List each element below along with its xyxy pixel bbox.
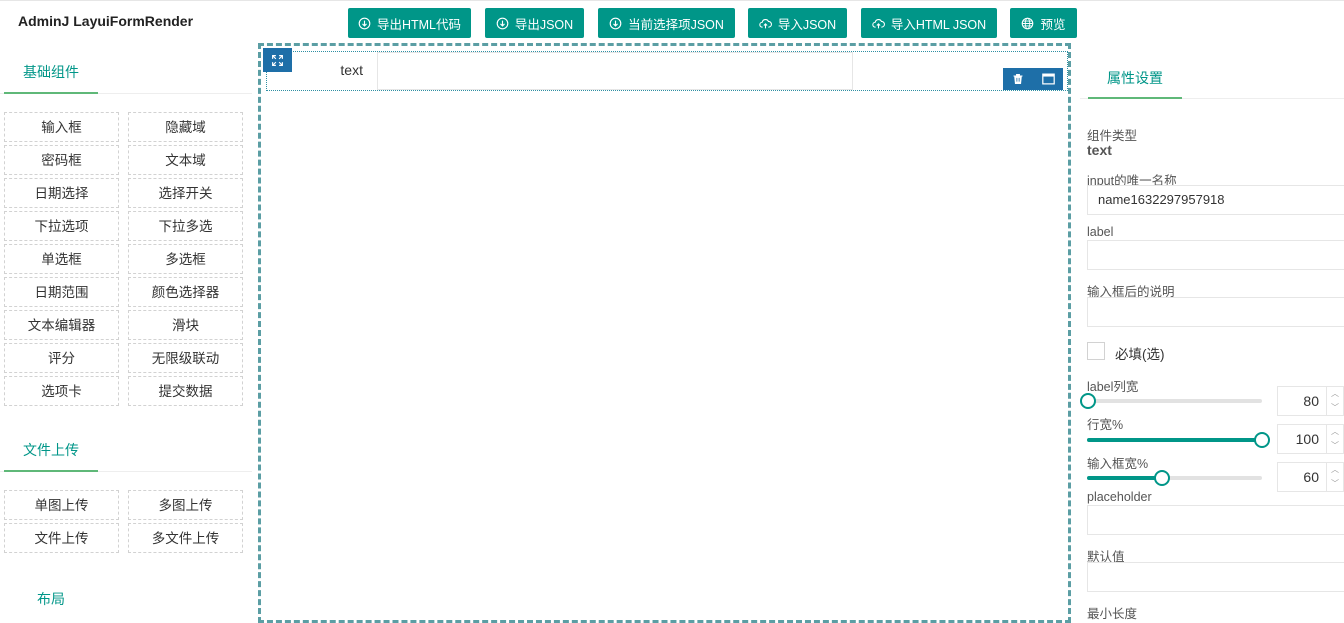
basic-components-title[interactable]: 基础组件 [4, 44, 98, 94]
type-value: text [1087, 142, 1112, 158]
slider-handle[interactable] [1080, 393, 1096, 409]
input-width-input[interactable]: 60 [1277, 462, 1327, 492]
window-icon [1041, 73, 1055, 85]
row-width-slider[interactable] [1087, 432, 1270, 448]
layout-title[interactable]: 布局 [4, 584, 98, 614]
file-upload-title[interactable]: 文件上传 [4, 422, 98, 472]
default-input[interactable] [1087, 562, 1344, 592]
upload-cloud-icon [872, 18, 885, 28]
name-input[interactable]: name1632297957918 [1087, 185, 1344, 215]
label-width-stepper[interactable]: ︿ ﹀ [1327, 386, 1344, 416]
required-label: 必填(选) [1115, 347, 1165, 362]
export-html-button[interactable]: 导出HTML代码 [348, 8, 471, 38]
label-width-input[interactable]: 80 [1277, 386, 1327, 416]
component-item[interactable]: 文本编辑器 [4, 310, 119, 340]
slider-handle[interactable] [1154, 470, 1170, 486]
component-item[interactable]: 滑块 [128, 310, 243, 340]
export-html-label: 导出HTML代码 [376, 17, 462, 32]
slider-handle[interactable] [1254, 432, 1270, 448]
download-icon [609, 17, 622, 29]
input-width-stepper[interactable]: ︿ ﹀ [1327, 462, 1344, 492]
expand-icon [272, 54, 283, 66]
component-item[interactable]: 选项卡 [4, 376, 119, 406]
component-item[interactable]: 单图上传 [4, 490, 119, 520]
file-upload-tab: 文件上传 [0, 422, 252, 472]
export-json-button[interactable]: 导出JSON [485, 8, 584, 38]
download-icon [358, 17, 371, 29]
properties-panel: 属性设置 组件类型 text input的唯一名称 name1632297957… [1080, 44, 1344, 621]
label-width-label: label列宽 [1087, 380, 1139, 394]
row-width-stepper[interactable]: ︿ ﹀ [1327, 424, 1344, 454]
component-item[interactable]: 选择开关 [128, 178, 243, 208]
component-item[interactable]: 多选框 [128, 244, 243, 274]
upload-cloud-icon [759, 18, 772, 28]
min-length-label: 最小长度 [1087, 607, 1138, 621]
component-item[interactable]: 评分 [4, 343, 119, 373]
input-width-slider[interactable] [1087, 470, 1262, 486]
download-icon [496, 17, 509, 29]
placeholder-input[interactable] [1087, 505, 1344, 535]
export-selected-json-button[interactable]: 当前选择项JSON [598, 8, 735, 38]
component-item[interactable]: 隐藏域 [128, 112, 243, 142]
globe-icon [1022, 17, 1034, 29]
row-width-label: 行宽% [1087, 418, 1124, 432]
component-item[interactable]: 日期范围 [4, 277, 119, 307]
placeholder-label: placeholder [1087, 490, 1152, 504]
app-title: AdminJ LayuiFormRender [18, 13, 194, 29]
row-width-input[interactable]: 100 [1277, 424, 1327, 454]
component-item[interactable]: 提交数据 [128, 376, 243, 406]
import-json-label: 导入JSON [777, 17, 837, 32]
import-json-button[interactable]: 导入JSON [748, 8, 847, 38]
component-panel: 基础组件 输入框 隐藏域 密码框 文本域 日期选择 选择开关 下拉选项 下拉多选 单选框 多选框日… [0, 44, 252, 616]
component-item[interactable]: 无限级联动 [128, 343, 243, 373]
label-label: label [1087, 225, 1114, 239]
preview-button[interactable]: 预览 [1010, 8, 1077, 38]
component-item[interactable]: 下拉选项 [4, 211, 119, 241]
properties-tab: 属性设置 [1080, 44, 1344, 99]
input-width-label: 输入框宽% [1087, 457, 1149, 471]
component-item[interactable]: 多文件上传 [128, 523, 243, 553]
export-json-label: 导出JSON [514, 17, 574, 32]
required-checkbox[interactable] [1087, 342, 1105, 360]
export-selected-json-label: 当前选择项JSON [628, 17, 724, 32]
label-width-slider[interactable] [1080, 393, 1262, 409]
import-html-json-button[interactable]: 导入HTML JSON [861, 8, 997, 38]
maximize-button[interactable] [1033, 68, 1063, 90]
expand-button[interactable] [263, 48, 292, 72]
component-item[interactable]: 多图上传 [128, 490, 243, 520]
delete-button[interactable] [1003, 68, 1033, 90]
preview-label: 预览 [1040, 17, 1066, 32]
component-item[interactable]: 下拉多选 [128, 211, 243, 241]
form-item-input[interactable] [377, 52, 853, 90]
label-input[interactable] [1087, 240, 1344, 270]
desc-input[interactable] [1087, 297, 1344, 327]
component-item[interactable]: 颜色选择器 [128, 277, 243, 307]
form-canvas[interactable]: text [258, 43, 1071, 623]
component-item[interactable]: 文件上传 [4, 523, 119, 553]
component-item[interactable]: 单选框 [4, 244, 119, 274]
selected-form-item[interactable]: text [266, 51, 1068, 91]
component-item[interactable]: 输入框 [4, 112, 119, 142]
properties-tab-title[interactable]: 属性设置 [1088, 44, 1182, 99]
basic-components-tab: 基础组件 [0, 44, 252, 94]
header: AdminJ LayuiFormRender 导出HTML代码 导出JSON 当… [0, 0, 1344, 44]
component-item[interactable]: 文本域 [128, 145, 243, 175]
import-html-json-label: 导入HTML JSON [890, 17, 987, 32]
component-item[interactable]: 日期选择 [4, 178, 119, 208]
component-item[interactable]: 密码框 [4, 145, 119, 175]
trash-icon [1013, 74, 1023, 84]
